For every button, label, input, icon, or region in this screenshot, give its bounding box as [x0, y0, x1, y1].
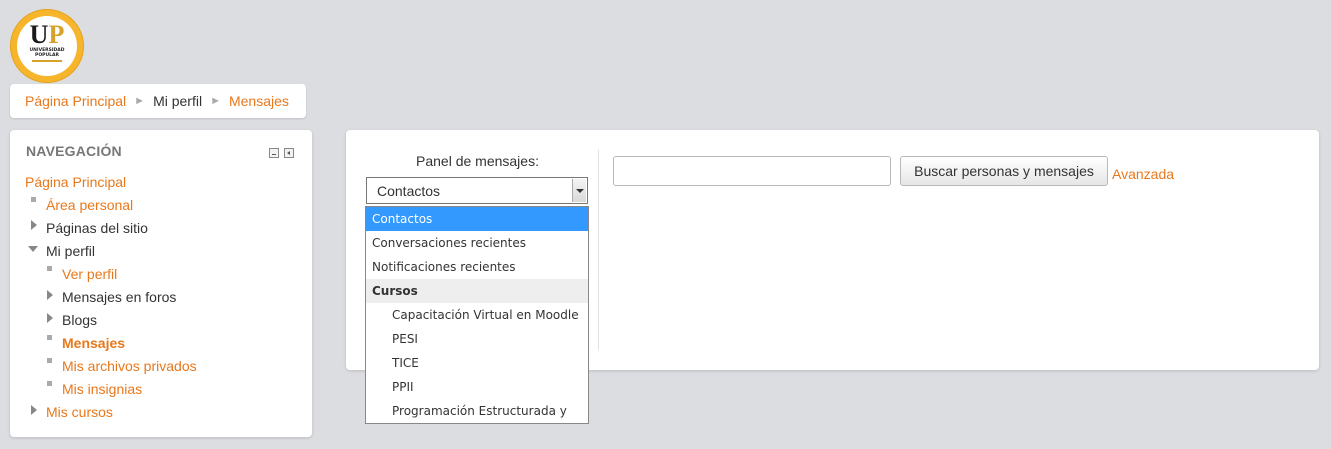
- expand-arrow-icon[interactable]: [47, 313, 53, 323]
- nav-item-my-profile[interactable]: Mi perfil: [46, 243, 95, 259]
- nav-item-private-files[interactable]: Mis archivos privados: [62, 358, 197, 374]
- chevron-down-icon[interactable]: [572, 179, 586, 202]
- breadcrumb-separator-icon: ►: [134, 95, 146, 107]
- dropdown-option-recent-notifications[interactable]: Notificaciones recientes: [366, 255, 588, 279]
- navigation-title: NAVEGACIÓN: [26, 143, 122, 159]
- nav-item-site-pages[interactable]: Páginas del sitio: [46, 220, 148, 236]
- advanced-search-link[interactable]: Avanzada: [1112, 166, 1174, 182]
- nav-item-blogs[interactable]: Blogs: [62, 312, 97, 328]
- breadcrumb: Página Principal ► Mi perfil ► Mensajes: [10, 84, 306, 118]
- logo-badge: UP UNIVERSIDAD POPULAR: [17, 16, 77, 76]
- message-panel-dropdown[interactable]: Contactos Conversaciones recientes Notif…: [365, 206, 589, 424]
- nav-item-my-courses[interactable]: Mis cursos: [46, 404, 113, 420]
- search-people-messages-button[interactable]: Buscar personas y mensajes: [900, 156, 1108, 186]
- site-logo[interactable]: UP UNIVERSIDAD POPULAR: [10, 9, 84, 83]
- nav-item-view-profile[interactable]: Ver perfil: [62, 266, 117, 282]
- dropdown-option-course[interactable]: PPII: [366, 375, 588, 399]
- dropdown-option-course[interactable]: TICE: [366, 351, 588, 375]
- panel-divider: [598, 150, 599, 350]
- logo-mark-u: U: [29, 20, 49, 49]
- nav-item-badges[interactable]: Mis insignias: [62, 381, 142, 397]
- nav-item-messages[interactable]: Mensajes: [62, 335, 125, 351]
- search-input[interactable]: [613, 156, 891, 186]
- dropdown-option-contacts[interactable]: Contactos: [366, 207, 588, 231]
- dropdown-option-course[interactable]: Capacitación Virtual en Moodle: [366, 303, 588, 327]
- bullet-icon: [47, 358, 52, 363]
- collapse-block-icon[interactable]: [269, 148, 279, 158]
- dropdown-option-course[interactable]: Programación Estructurada y: [366, 399, 588, 423]
- logo-bar: [32, 60, 62, 62]
- bullet-icon: [47, 335, 52, 340]
- nav-item-forum-posts[interactable]: Mensajes en foros: [62, 289, 176, 305]
- dropdown-option-recent-conversations[interactable]: Conversaciones recientes: [366, 231, 588, 255]
- bullet-icon: [47, 381, 52, 386]
- collapse-arrow-icon[interactable]: [28, 246, 38, 252]
- logo-mark: UP: [17, 22, 77, 48]
- logo-text-line2: POPULAR: [35, 53, 59, 58]
- nav-item-dashboard[interactable]: Área personal: [46, 197, 133, 213]
- dropdown-option-course[interactable]: PESI: [366, 327, 588, 351]
- dock-block-icon[interactable]: [284, 148, 294, 158]
- breadcrumb-messages[interactable]: Mensajes: [229, 93, 289, 109]
- dropdown-group-courses: Cursos: [366, 279, 588, 303]
- message-panel-select[interactable]: Contactos: [366, 177, 588, 204]
- expand-arrow-icon[interactable]: [31, 220, 37, 230]
- breadcrumb-home[interactable]: Página Principal: [25, 93, 126, 109]
- select-value: Contactos: [377, 183, 441, 199]
- bullet-icon: [47, 266, 52, 271]
- bullet-icon: [31, 197, 36, 202]
- expand-arrow-icon[interactable]: [31, 405, 37, 415]
- logo-mark-p: P: [48, 20, 65, 49]
- breadcrumb-profile[interactable]: Mi perfil: [153, 93, 202, 109]
- message-panel-label: Panel de mensajes:: [416, 153, 539, 169]
- navigation-block: NAVEGACIÓN Página Principal Área persona…: [10, 130, 312, 437]
- expand-arrow-icon[interactable]: [47, 290, 53, 300]
- breadcrumb-separator-icon: ►: [210, 95, 221, 107]
- nav-item-home[interactable]: Página Principal: [25, 174, 126, 190]
